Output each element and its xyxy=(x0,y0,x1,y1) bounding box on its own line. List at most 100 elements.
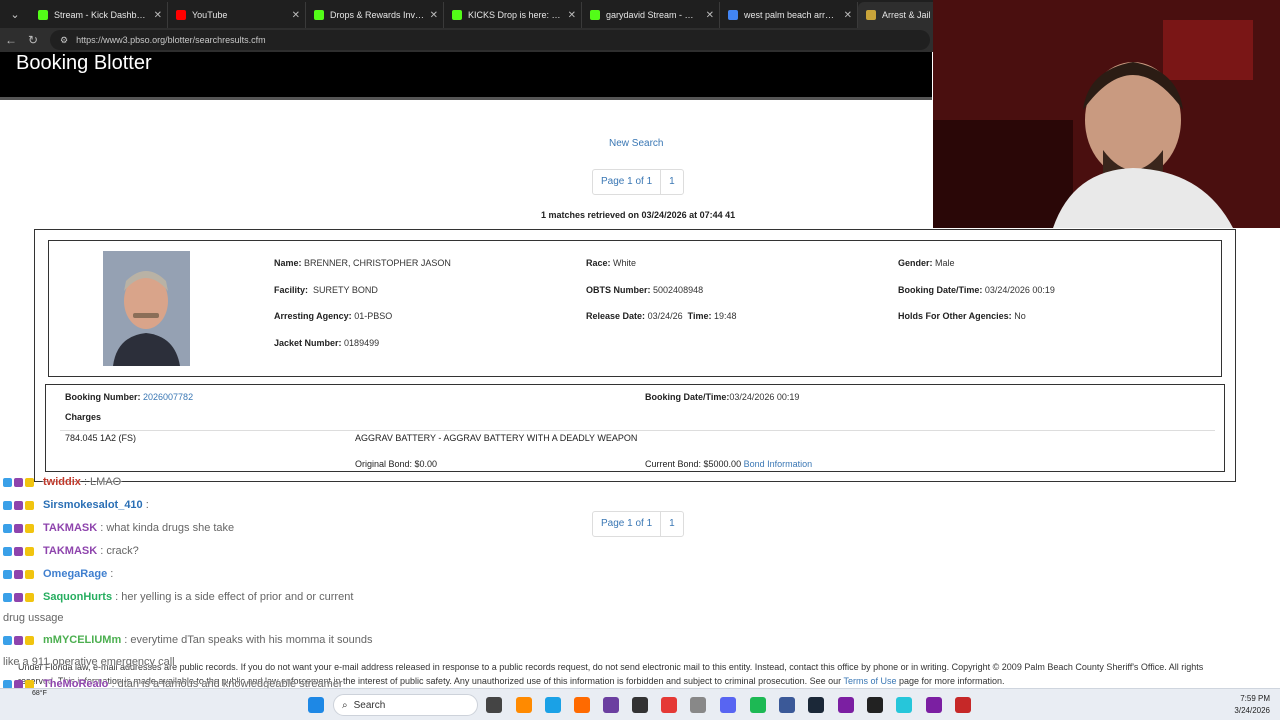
discord-icon[interactable] xyxy=(720,697,736,713)
chat-badges-icon xyxy=(3,522,43,534)
pager-page-link-bottom[interactable]: 1 xyxy=(660,512,683,536)
holds-value: No xyxy=(1014,311,1026,321)
tab-label: garydavid Stream - Watch Li xyxy=(606,10,701,20)
task-view-icon[interactable] xyxy=(486,697,502,713)
tab-label: Stream - Kick Dashboard xyxy=(54,10,149,20)
gender-value: Male xyxy=(935,258,955,268)
chat-badges-icon xyxy=(3,476,43,488)
tab-label: Drops & Rewards Inven xyxy=(330,10,425,20)
terms-of-use-link[interactable]: Terms of Use xyxy=(843,676,896,686)
tab-close-icon[interactable]: ✕ xyxy=(568,10,576,21)
chat-username[interactable]: TAKMASK xyxy=(43,522,97,534)
tab-close-icon[interactable]: ✕ xyxy=(292,10,300,21)
tab-favicon-icon xyxy=(314,10,324,20)
chat-username[interactable]: TAKMASK xyxy=(43,545,97,557)
browser-tab[interactable]: KICKS Drop is here: watch, e ✕ xyxy=(444,2,582,28)
field-arresting-agency: Arresting Agency: 01-PBSO xyxy=(274,311,393,321)
tab-favicon-icon xyxy=(728,10,738,20)
field-holds: Holds For Other Agencies: No xyxy=(898,311,1026,321)
agency-value: 01-PBSO xyxy=(354,311,393,321)
chat-username[interactable]: mMYCELIUMm xyxy=(43,634,121,646)
race-value: White xyxy=(613,258,637,268)
chat-text: : what kinda drugs she take xyxy=(97,522,235,534)
chat-text: : her yelling is a side effect of prior … xyxy=(112,591,354,603)
chat-message: OmegaRage : xyxy=(3,568,113,580)
field-obts-number: OBTS Number: 5002408948 xyxy=(586,285,704,295)
edge-icon[interactable] xyxy=(545,697,561,713)
webcam-overlay xyxy=(933,0,1280,228)
field-race: Race: White xyxy=(586,258,637,268)
matches-summary: 1 matches retrieved on 03/24/2026 at 07:… xyxy=(541,210,736,220)
field-facility: Facility: SURETY BOND xyxy=(274,285,378,295)
obts-value: 5002408948 xyxy=(653,285,704,295)
chat-text: : crack? xyxy=(97,545,139,557)
browser-tab[interactable]: garydavid Stream - Watch Li ✕ xyxy=(582,2,720,28)
app-red-icon[interactable] xyxy=(661,697,677,713)
chat-text: drug ussage xyxy=(3,612,64,624)
app-purple-icon[interactable] xyxy=(838,697,854,713)
fx-icon[interactable] xyxy=(926,697,942,713)
reload-icon[interactable]: ↻ xyxy=(22,33,44,47)
chat-badges-icon xyxy=(3,499,43,511)
app-icon[interactable] xyxy=(603,697,619,713)
tab-close-icon[interactable]: ✕ xyxy=(844,10,852,21)
tab-label: YouTube xyxy=(192,10,228,20)
windows-start-icon[interactable] xyxy=(308,697,324,713)
chat-username[interactable]: Sirsmokesalot_410 xyxy=(43,499,143,511)
browser-tab[interactable]: Stream - Kick Dashboard ✕ xyxy=(30,2,168,28)
chat-username[interactable]: twiddix xyxy=(43,476,81,488)
chat-message: TAKMASK : crack? xyxy=(3,545,139,557)
chat-username[interactable]: SaquonHurts xyxy=(43,591,112,603)
chat-text: like a 911 operative emergency call xyxy=(3,656,175,668)
taskbar-clock[interactable]: 7:59 PM 3/24/2026 xyxy=(1234,693,1270,717)
tab-close-icon[interactable]: ✕ xyxy=(706,10,714,21)
mugshot-photo xyxy=(103,251,190,366)
pager-page-link[interactable]: 1 xyxy=(660,170,683,194)
browser-tab[interactable]: Drops & Rewards Inven ✕ xyxy=(306,2,444,28)
field-release-date: Release Date: 03/24/26 Time: 19:48 xyxy=(586,311,737,321)
booking-number-link[interactable]: 2026007782 xyxy=(143,392,193,402)
music-icon[interactable] xyxy=(690,697,706,713)
charge-statute: 784.045 1A2 (FS) xyxy=(65,433,137,443)
tab-favicon-icon xyxy=(590,10,600,20)
spotify-icon[interactable] xyxy=(750,697,766,713)
field-name: Name: BRENNER, CHRISTOPHER JASON xyxy=(274,258,451,268)
app-teal-icon[interactable] xyxy=(896,697,912,713)
firefox-icon[interactable] xyxy=(574,697,590,713)
app-blue-icon[interactable] xyxy=(779,697,795,713)
taskbar-search[interactable]: ⌕ Search xyxy=(333,694,478,716)
valorant-icon[interactable] xyxy=(955,697,971,713)
browser-tab[interactable]: YouTube ✕ xyxy=(168,2,306,28)
booking-details-box xyxy=(45,384,1225,472)
tab-favicon-icon xyxy=(866,10,876,20)
site-info-icon[interactable]: ⚙ xyxy=(60,35,68,46)
chat-text: : xyxy=(107,568,114,580)
tab-search-icon[interactable]: ⌄ xyxy=(4,3,26,25)
charges-divider xyxy=(60,430,1215,431)
steam-icon[interactable] xyxy=(808,697,824,713)
app-dark-icon[interactable] xyxy=(867,697,883,713)
page-title: Booking Blotter xyxy=(16,52,152,74)
back-icon[interactable]: ← xyxy=(0,33,22,47)
url-field[interactable]: ⚙ https://www3.pbso.org/blotter/searchre… xyxy=(50,30,930,50)
chat-message: drug ussage xyxy=(3,612,64,624)
tab-favicon-icon xyxy=(176,10,186,20)
field-booking-dt: Booking Date/Time:03/24/2026 00:19 xyxy=(645,392,800,402)
tab-close-icon[interactable]: ✕ xyxy=(154,10,162,21)
tab-close-icon[interactable]: ✕ xyxy=(430,10,438,21)
chat-message: Sirsmokesalot_410 : xyxy=(3,499,149,511)
pager-info-bottom: Page 1 of 1 xyxy=(601,518,653,529)
weather-widget[interactable]: 68°F xyxy=(32,690,47,697)
pager-top: Page 1 of 1 1 xyxy=(592,169,684,195)
bond-information-link[interactable]: Bond Information xyxy=(744,459,813,469)
facility-value: SURETY BOND xyxy=(313,285,378,295)
browser-tab[interactable]: west palm beach arrest sear ✕ xyxy=(720,2,858,28)
copilot-icon[interactable] xyxy=(516,697,532,713)
obs-icon[interactable] xyxy=(632,697,648,713)
booking-datetime-value: 03/24/2026 00:19 xyxy=(984,285,1055,295)
new-search-link[interactable]: New Search xyxy=(609,138,663,149)
chat-username[interactable]: OmegaRage xyxy=(43,568,107,580)
current-bond: Current Bond: $5000.00 Bond Information xyxy=(645,459,813,469)
chat-message: like a 911 operative emergency call xyxy=(3,656,175,668)
chat-message: SaquonHurts : her yelling is a side effe… xyxy=(3,591,353,603)
